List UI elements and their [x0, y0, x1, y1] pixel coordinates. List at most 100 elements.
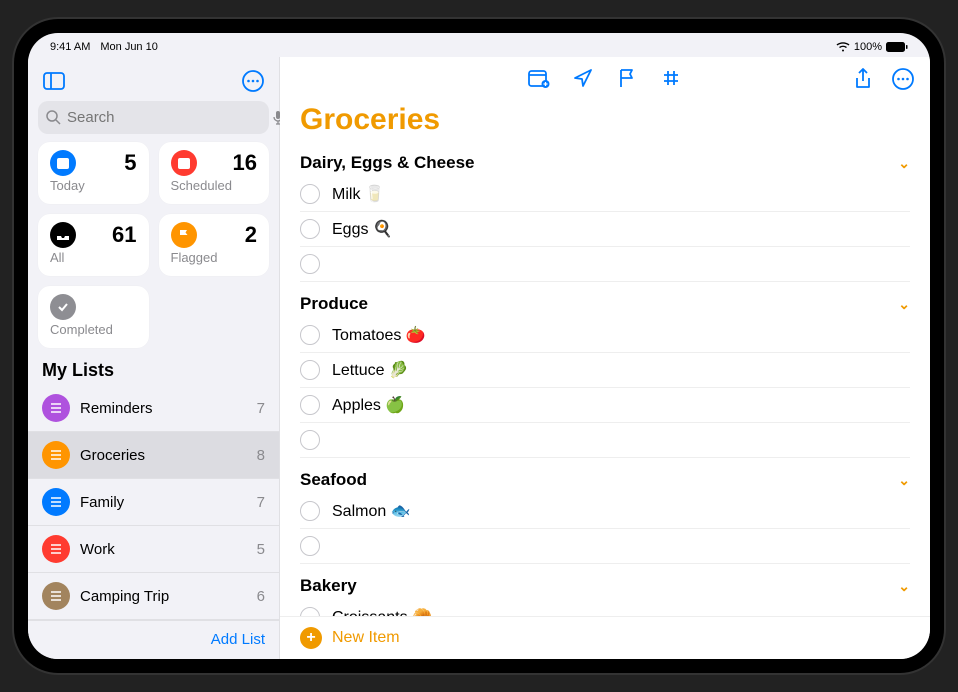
reminder-item[interactable]	[300, 423, 910, 458]
item-text[interactable]: Tomatoes 🍅	[332, 325, 910, 345]
item-text[interactable]: Salmon 🐟	[332, 501, 910, 521]
location-icon[interactable]	[572, 67, 594, 89]
list-icon	[42, 582, 70, 610]
sidebar-toggle-icon[interactable]	[40, 67, 68, 95]
smart-count: 5	[124, 150, 136, 176]
search-input[interactable]	[67, 109, 266, 126]
smart-flagged[interactable]: 2 Flagged	[159, 214, 270, 276]
search-icon	[46, 110, 61, 125]
list-reminders[interactable]: Reminders 7	[28, 385, 279, 432]
smart-completed[interactable]: Completed	[38, 286, 149, 348]
group-header[interactable]: Produce ⌄	[300, 288, 910, 318]
list-groceries[interactable]: Groceries 8	[28, 432, 279, 479]
complete-toggle[interactable]	[300, 607, 320, 616]
ipad-screen: 9:41 AM Mon Jun 10 100%	[28, 33, 930, 659]
search-box[interactable]	[38, 101, 269, 134]
reminder-item[interactable]: Milk 🥛	[300, 177, 910, 212]
smart-label: All	[50, 250, 137, 265]
complete-toggle[interactable]	[300, 536, 320, 556]
complete-toggle[interactable]	[300, 430, 320, 450]
flag-icon[interactable]	[616, 67, 638, 89]
status-battery: 100%	[854, 41, 882, 53]
smart-count: 2	[245, 222, 257, 248]
list-name: Groceries	[80, 447, 247, 464]
group-bakery: Bakery ⌄ Croissants 🥐	[300, 570, 910, 616]
main-pane: Groceries Dairy, Eggs & Cheese ⌄ Milk 🥛 Egg…	[280, 57, 930, 659]
tag-icon[interactable]	[660, 67, 682, 89]
list-title: Groceries	[280, 97, 930, 147]
chevron-down-icon: ⌄	[898, 155, 910, 172]
complete-toggle[interactable]	[300, 360, 320, 380]
reminder-item[interactable]: Lettuce 🥬	[300, 353, 910, 388]
content: Dairy, Eggs & Cheese ⌄ Milk 🥛 Eggs 🍳 Produce…	[280, 147, 930, 616]
list-icon	[42, 535, 70, 563]
chevron-down-icon: ⌄	[898, 472, 910, 489]
new-item-label: New Item	[332, 629, 400, 647]
my-lists-header: My Lists	[28, 356, 279, 385]
complete-toggle[interactable]	[300, 184, 320, 204]
smart-label: Flagged	[171, 250, 258, 265]
calendar-icon	[50, 150, 76, 176]
list-icon	[42, 394, 70, 422]
reminder-item[interactable]: Croissants 🥐	[300, 600, 910, 616]
status-bar: 9:41 AM Mon Jun 10 100%	[28, 37, 930, 57]
group-name: Seafood	[300, 470, 367, 490]
group-header[interactable]: Bakery ⌄	[300, 570, 910, 600]
list-work[interactable]: Work 5	[28, 526, 279, 573]
calendar-add-icon[interactable]	[528, 67, 550, 89]
complete-toggle[interactable]	[300, 395, 320, 415]
item-text[interactable]: Lettuce 🥬	[332, 360, 910, 380]
app: 5 Today 16 Scheduled 61 All 2 Flagged Co…	[28, 57, 930, 659]
chevron-down-icon: ⌄	[898, 296, 910, 313]
ipad-frame: 9:41 AM Mon Jun 10 100%	[14, 19, 944, 673]
list-count: 5	[257, 541, 265, 558]
reminder-item[interactable]: Tomatoes 🍅	[300, 318, 910, 353]
smart-scheduled[interactable]: 16 Scheduled	[159, 142, 270, 204]
smart-lists: 5 Today 16 Scheduled 61 All 2 Flagged Co…	[28, 142, 279, 356]
group-seafood: Seafood ⌄ Salmon 🐟	[300, 464, 910, 564]
item-text[interactable]: Milk 🥛	[332, 184, 910, 204]
list-icon	[42, 488, 70, 516]
group-header[interactable]: Seafood ⌄	[300, 464, 910, 494]
reminder-item[interactable]: Eggs 🍳	[300, 212, 910, 247]
complete-toggle[interactable]	[300, 219, 320, 239]
more-main-icon[interactable]	[892, 68, 914, 90]
list-count: 7	[257, 400, 265, 417]
smart-all[interactable]: 61 All	[38, 214, 149, 276]
status-time: 9:41 AM	[50, 41, 90, 53]
more-icon[interactable]	[239, 67, 267, 95]
list-family[interactable]: Family 7	[28, 479, 279, 526]
complete-toggle[interactable]	[300, 501, 320, 521]
group-name: Dairy, Eggs & Cheese	[300, 153, 474, 173]
item-text[interactable]: Eggs 🍳	[332, 219, 910, 239]
new-item-button[interactable]: + New Item	[280, 616, 930, 659]
plus-icon: +	[300, 627, 322, 649]
item-text[interactable]: Apples 🍏	[332, 395, 910, 415]
list-count: 8	[257, 447, 265, 464]
smart-label: Today	[50, 178, 137, 193]
lists: Reminders 7 Groceries 8 Family 7 Work 5 …	[28, 385, 279, 620]
smart-count: 61	[112, 222, 136, 248]
reminder-item[interactable]	[300, 529, 910, 564]
group-produce: Produce ⌄ Tomatoes 🍅 Lettuce 🥬 Apples 🍏	[300, 288, 910, 458]
chevron-down-icon: ⌄	[898, 578, 910, 595]
complete-toggle[interactable]	[300, 254, 320, 274]
share-icon[interactable]	[852, 68, 874, 90]
group-dairy-eggs-cheese: Dairy, Eggs & Cheese ⌄ Milk 🥛 Eggs 🍳	[300, 147, 910, 282]
reminder-item[interactable]: Salmon 🐟	[300, 494, 910, 529]
list-count: 6	[257, 588, 265, 605]
list-name: Camping Trip	[80, 588, 247, 605]
complete-toggle[interactable]	[300, 325, 320, 345]
list-camping-trip[interactable]: Camping Trip 6	[28, 573, 279, 620]
add-list-button[interactable]: Add List	[211, 631, 265, 648]
smart-label: Scheduled	[171, 178, 258, 193]
group-header[interactable]: Dairy, Eggs & Cheese ⌄	[300, 147, 910, 177]
smart-today[interactable]: 5 Today	[38, 142, 149, 204]
group-name: Produce	[300, 294, 368, 314]
item-text[interactable]: Croissants 🥐	[332, 607, 910, 616]
reminder-item[interactable]	[300, 247, 910, 282]
check-icon	[50, 294, 76, 320]
flag-icon	[171, 222, 197, 248]
group-name: Bakery	[300, 576, 357, 596]
reminder-item[interactable]: Apples 🍏	[300, 388, 910, 423]
